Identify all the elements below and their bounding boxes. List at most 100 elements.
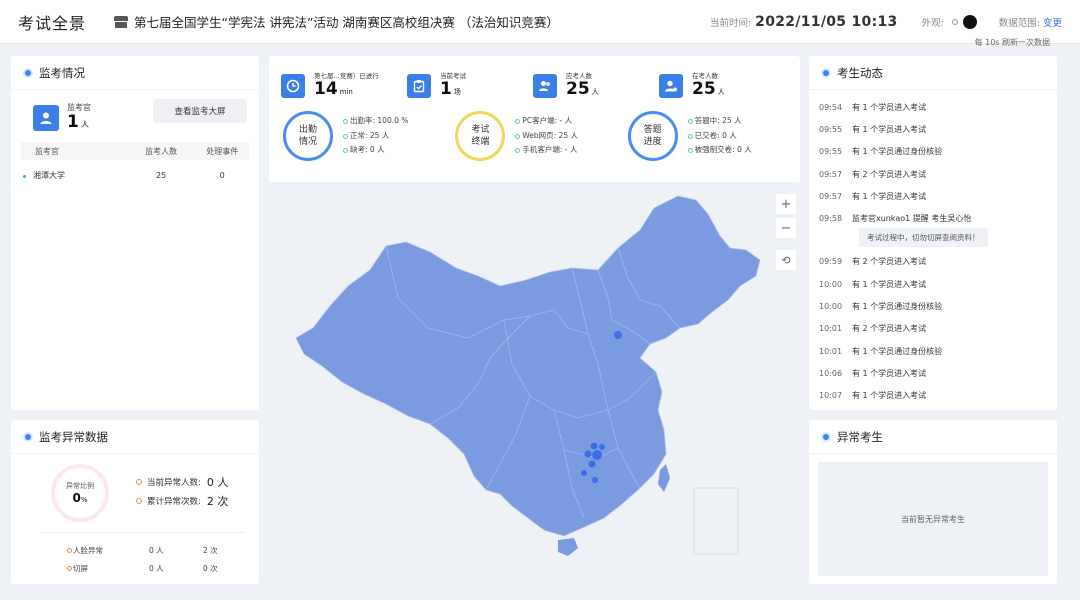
feed-item: 10:06 有 1 个学员进入考试	[819, 362, 1047, 384]
abnormal-type: 切屏	[67, 563, 149, 574]
south-sea-inset	[693, 487, 739, 555]
feed-time: 09:59	[819, 257, 843, 267]
panel-bullet-icon	[25, 433, 31, 440]
china-mainland-shape[interactable]	[295, 195, 761, 537]
terminal-group: 考试 终端 PC客户端: - 人 Web网页: 25 人 手机客户端: - 人	[455, 111, 627, 161]
invigilator-unit: 人	[80, 120, 89, 129]
china-map[interactable]: + − ⟲	[268, 188, 800, 593]
stat-unit: 人	[591, 88, 599, 96]
reset-view-button[interactable]: ⟲	[776, 250, 796, 270]
stat-unit: 人	[717, 88, 725, 96]
ratio-unit: %	[80, 496, 88, 504]
theme-label: 外观:	[921, 17, 944, 29]
view-big-screen-button[interactable]: 查看监考大屏	[153, 99, 247, 123]
terminal-line: PC客户端: - 人	[515, 114, 578, 129]
dark-theme-icon[interactable]	[962, 14, 977, 29]
zoom-in-button[interactable]: +	[776, 194, 796, 214]
user-icon	[33, 105, 59, 131]
abnormal-people: 0 人	[149, 546, 164, 555]
row-name: 湘潭大学	[21, 170, 127, 181]
col-header: 监考人数	[145, 146, 178, 156]
stat-value: 14	[314, 79, 338, 99]
invigilator-table: 监考官 监考人数 处理事件 湘潭大学 25 0	[21, 142, 249, 190]
empty-state: 当前暂无异常考生	[818, 462, 1048, 576]
theme-toggle[interactable]	[951, 14, 977, 29]
progress-group: 答题 进度 答题中: 25 人 已交卷: 0 人 被强制交卷: 0 人	[627, 111, 800, 161]
attendance-line: 出勤率: 100.0 %	[343, 114, 408, 129]
abnormal-students-panel: 异常考生 当前暂无异常考生	[809, 420, 1057, 584]
feed-text: 有 1 个学员进入考试	[852, 124, 927, 134]
feed-text: 有 2 个学员进入考试	[852, 257, 927, 267]
abnormal-times: 2 次	[203, 546, 218, 555]
abnormal-ratio-ring: 异常比例 0%	[51, 464, 109, 522]
feed-text: 有 1 个学员通过身份核验	[852, 147, 943, 157]
light-theme-icon[interactable]	[951, 18, 958, 25]
stat-unit: min	[339, 88, 353, 96]
feed-text: 有 1 个学员进入考试	[852, 279, 927, 289]
circle-label: 考试 终端	[471, 125, 490, 147]
feed-time: 10:06	[819, 368, 843, 378]
stat-elapsed: 第七届...竞赛）已进行 14 min	[281, 70, 407, 101]
feed-time: 10:01	[819, 346, 843, 356]
row-events: 0	[219, 170, 225, 180]
progress-line: 已交卷: 0 人	[687, 129, 752, 144]
feed-time: 09:54	[819, 102, 843, 112]
attendance-circle: 出勤 情况	[283, 111, 333, 161]
app-title: 考试全景	[18, 13, 87, 33]
ratio-value: 0	[72, 491, 81, 505]
panel-title: 异常考生	[837, 429, 883, 444]
terminal-circle: 考试 终端	[455, 111, 506, 161]
col-header: 监考官	[35, 146, 59, 156]
abnormal-data-panel: 监考异常数据 异常比例 0% 当前异常人数: 0 人 累计异常次数: 2 次 人脸异…	[11, 420, 259, 584]
feed-text: 有 1 个学员通过身份核验	[852, 346, 943, 356]
reminder-tip: 考试过程中，切勿切屏查阅资料！	[859, 227, 988, 247]
feed-time: 09:57	[819, 191, 843, 201]
current-value: 0 人	[206, 476, 229, 489]
progress-line: 答题中: 25 人	[687, 114, 752, 129]
users-icon	[533, 73, 557, 98]
top-header: 考试全景 第七届全国学生“学宪法 讲宪法”活动 湖南赛区高校组决赛 （法治知识竞…	[0, 0, 1080, 44]
circle-label: 出勤 情况	[298, 125, 317, 147]
total-value: 2 次	[206, 495, 229, 508]
feed-item: 10:00 有 1 个学员通过身份核验	[819, 295, 1047, 317]
feed-item: 09:57 有 2 个学员进入考试	[819, 163, 1047, 185]
feed-item: 09:54 有 1 个学员进入考试	[819, 96, 1047, 118]
feed-item: 09:55 有 1 个学员通过身份核验	[819, 141, 1047, 163]
change-range-link[interactable]: 变更	[1043, 15, 1062, 29]
feed-item: 10:00 有 1 个学员进入考试	[819, 273, 1047, 295]
feed-item: 09:55 有 1 个学员进入考试	[819, 118, 1047, 140]
panel-title: 考生动态	[837, 65, 883, 80]
stat-in-exam: 在考人数 25 人	[659, 70, 785, 101]
exam-stats-panel: 第七届...竞赛）已进行 14 min 当前考试 1场 应考人数 25 人 在考…	[269, 56, 800, 182]
china-map-svg[interactable]	[268, 188, 800, 593]
clipboard-icon	[407, 73, 431, 98]
attendance-line: 正常: 25 人	[343, 129, 408, 144]
feed-time: 10:00	[819, 279, 843, 289]
terminal-line: Web网页: 25 人	[515, 129, 578, 144]
table-row[interactable]: 湘潭大学 25 0	[21, 160, 249, 190]
refresh-note: 每 10s 刷新一次数据	[974, 38, 1050, 47]
abnormal-times: 0 次	[203, 564, 218, 573]
panel-bullet-icon	[25, 69, 31, 76]
panel-bullet-icon	[823, 433, 829, 440]
feed-text: 有 1 个学员进入考试	[852, 368, 927, 378]
zoom-out-button[interactable]: −	[776, 218, 796, 238]
feed-text: 有 1 个学员进入考试	[852, 191, 927, 201]
feed-text: 监考官xunkao1 提醒 考生吴心怡	[852, 214, 972, 224]
data-range-label: 数据范围:	[998, 17, 1040, 29]
terminal-line: 手机客户端: - 人	[515, 143, 578, 158]
stat-unit: 场	[453, 88, 461, 96]
stat-current-exam: 当前考试 1场	[407, 70, 533, 101]
col-header: 处理事件	[206, 146, 239, 156]
current-time: 2022/11/05 10:13	[755, 13, 898, 30]
feed-time: 09:58	[819, 214, 843, 224]
monitor-panel: 监考情况 监考官 1人 查看监考大屏 监考官 监考人数 处理事件 湘潭大学 25…	[11, 56, 259, 410]
feed-item: 09:57 有 1 个学员进入考试	[819, 185, 1047, 207]
feed-text: 有 2 个学员进入考试	[852, 324, 927, 334]
total-label: 累计异常次数:	[147, 497, 201, 507]
abnormal-row: 切屏 0 人 0 次	[67, 563, 218, 574]
abnormal-row: 人脸异常 0 人 2 次	[67, 545, 218, 556]
stat-value: 25	[566, 79, 590, 99]
activity-feed: 09:54 有 1 个学员进入考试 09:55 有 1 个学员进入考试 09:55 有…	[809, 90, 1057, 407]
feed-time: 09:57	[819, 169, 843, 179]
